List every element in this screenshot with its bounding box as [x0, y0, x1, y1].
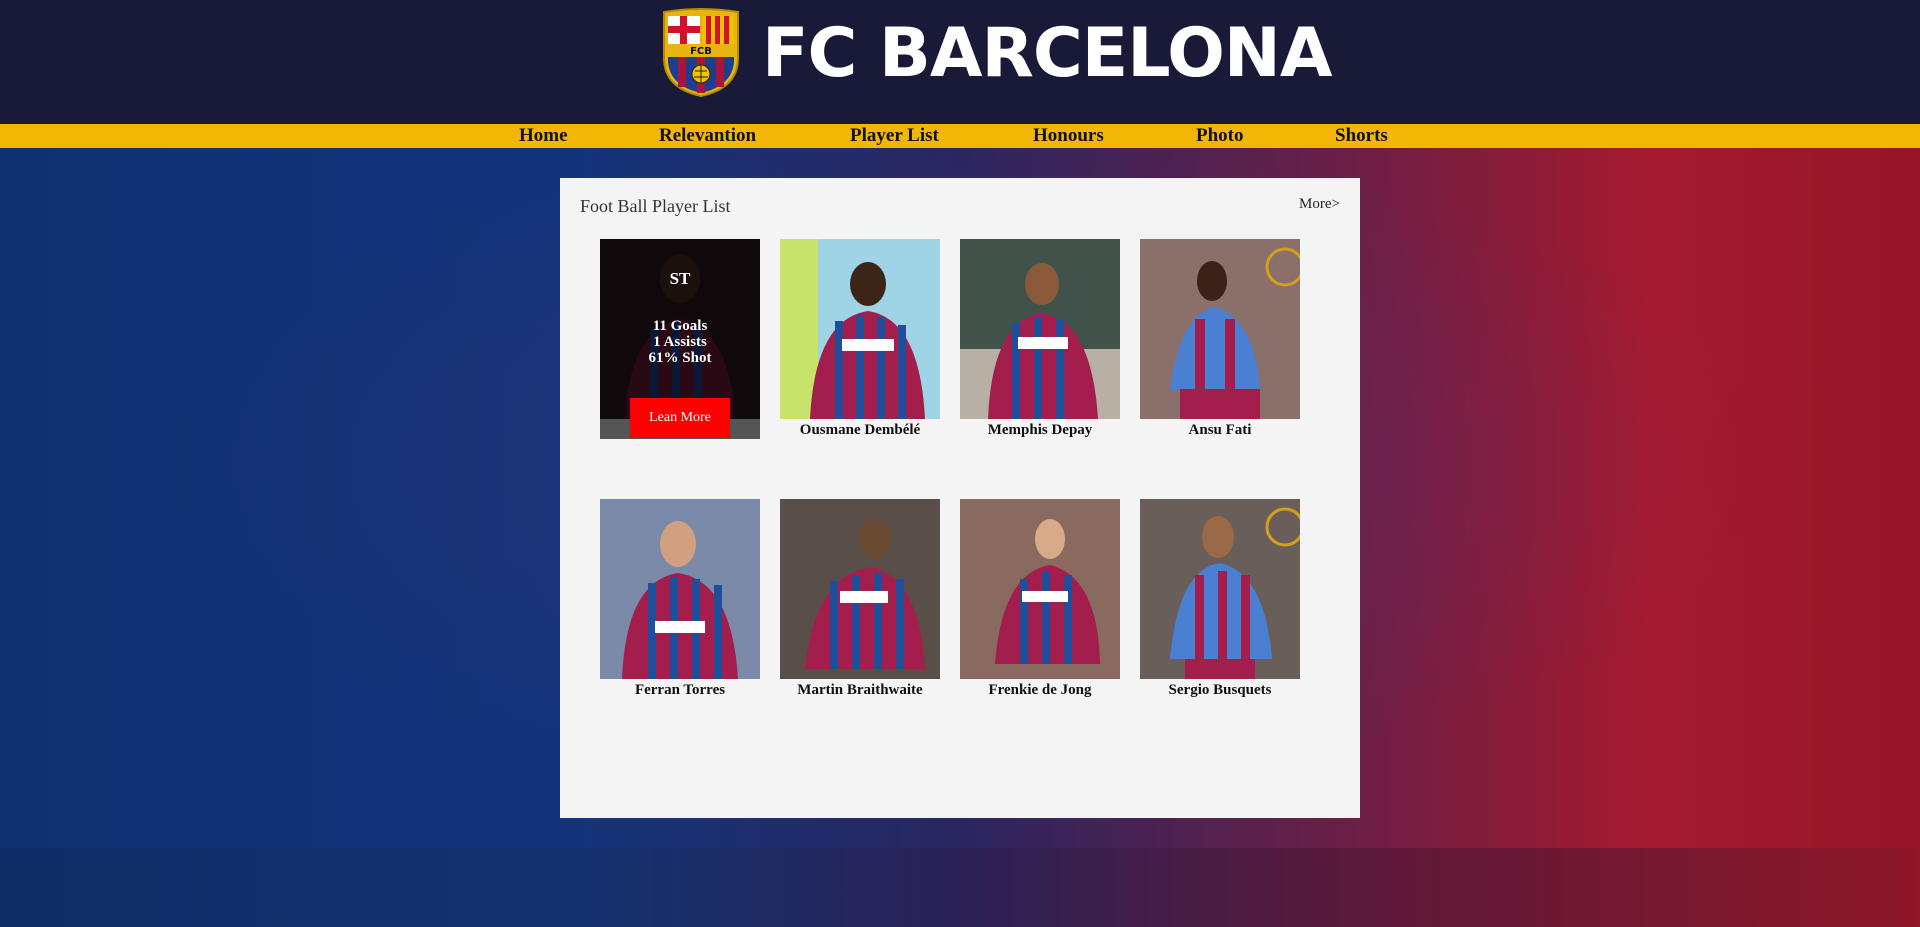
- player-list-panel: Foot Ball Player List More> ST 11 Goals …: [560, 178, 1360, 818]
- site-brand-title: FC BARCELONA: [762, 14, 1332, 93]
- player-photo: [600, 499, 760, 679]
- player-photo: [960, 239, 1120, 419]
- player-photo: [960, 499, 1120, 679]
- player-card[interactable]: Memphis Depay: [960, 239, 1120, 439]
- player-photo: [1140, 239, 1300, 419]
- player-card[interactable]: Frenkie de Jong: [960, 499, 1120, 699]
- page-bottom-band: [0, 848, 1920, 927]
- learn-more-button[interactable]: Lean More: [630, 398, 730, 438]
- nav-item-honours[interactable]: Honours: [1033, 124, 1104, 148]
- player-card[interactable]: Ansu Fati: [1140, 239, 1300, 439]
- player-card[interactable]: Sergio Busquets: [1140, 499, 1300, 699]
- player-name: Ansu Fati: [1188, 422, 1252, 438]
- player-photo: [780, 239, 940, 419]
- player-photo: [1140, 499, 1300, 679]
- player-card-featured[interactable]: ST 11 Goals 1 Assists 61% Shot Lean More: [600, 239, 760, 439]
- player-name: Frenkie de Jong: [988, 682, 1092, 698]
- player-hover-overlay: ST 11 Goals 1 Assists 61% Shot Lean More: [600, 239, 760, 439]
- nav-item-photo[interactable]: Photo: [1196, 124, 1244, 148]
- nav-item-shorts[interactable]: Shorts: [1335, 124, 1388, 148]
- player-card[interactable]: Ferran Torres: [600, 499, 760, 699]
- svg-text:FCB: FCB: [690, 46, 712, 57]
- player-name: Memphis Depay: [987, 422, 1093, 438]
- player-name: Ousmane Dembélé: [799, 422, 921, 438]
- more-link[interactable]: More>: [1299, 196, 1340, 213]
- nav-item-player-list[interactable]: Player List: [850, 124, 939, 148]
- fc-barcelona-crest-icon: FCB: [658, 8, 744, 98]
- player-shot: 61% Shot: [648, 350, 712, 366]
- site-header: FCB FC BARCELONA: [0, 0, 1920, 124]
- player-card[interactable]: Martin Braithwaite: [780, 499, 940, 699]
- player-name: Martin Braithwaite: [797, 682, 923, 698]
- player-name: Ferran Torres: [634, 682, 726, 698]
- main-nav: Home Relevantion Player List Honours Pho…: [0, 124, 1920, 148]
- nav-item-home[interactable]: Home: [519, 124, 568, 148]
- player-photo: [780, 499, 940, 679]
- player-goals: 11 Goals: [652, 318, 708, 334]
- player-assists: 1 Assists: [653, 334, 707, 350]
- player-name: Sergio Busquets: [1168, 682, 1272, 698]
- nav-item-relevantion[interactable]: Relevantion: [659, 124, 756, 148]
- player-position: ST: [669, 269, 691, 288]
- player-card[interactable]: Ousmane Dembélé: [780, 239, 940, 439]
- panel-title: Foot Ball Player List: [580, 196, 731, 216]
